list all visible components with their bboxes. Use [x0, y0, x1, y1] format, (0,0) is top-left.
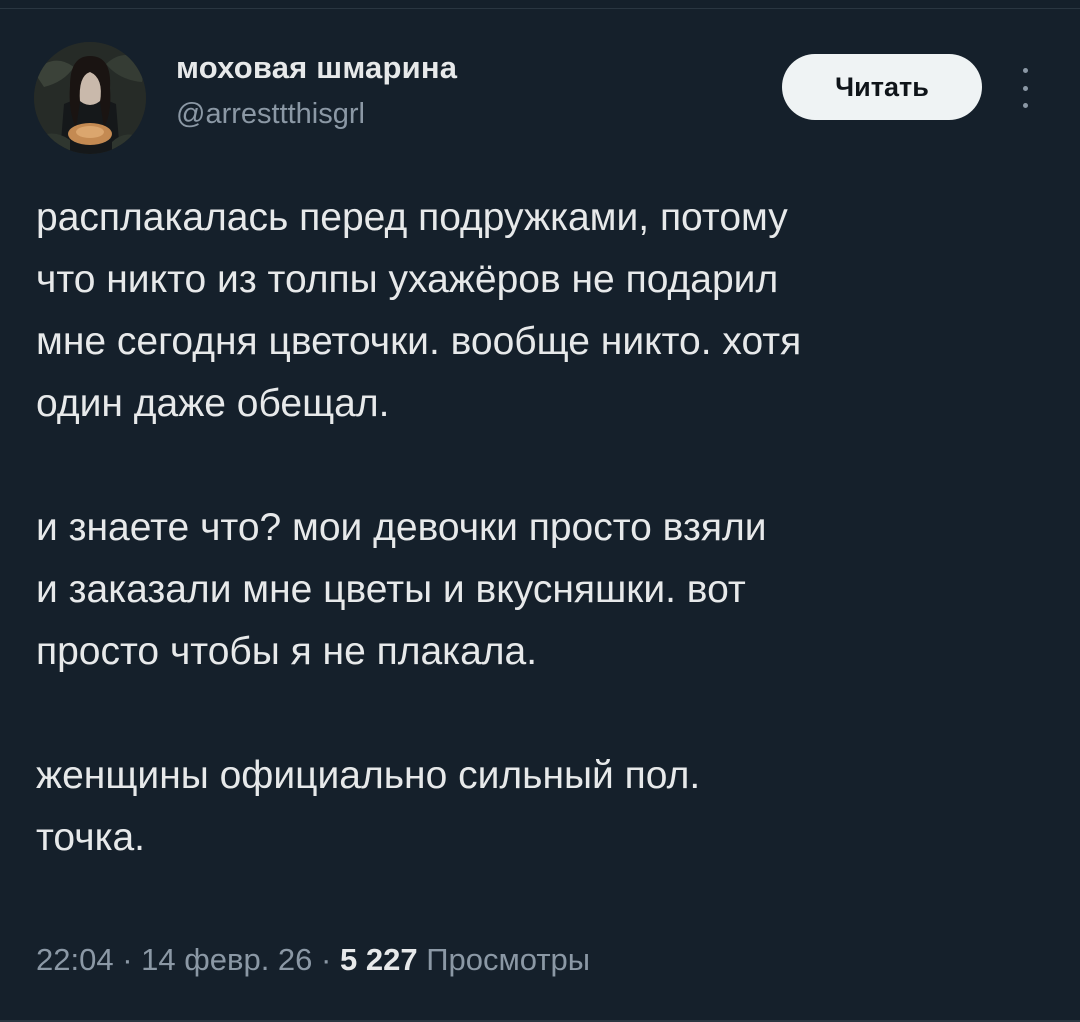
avatar[interactable]: [34, 42, 146, 154]
tweet-line: один даже обещал.: [36, 382, 390, 425]
tweet-line: мне сегодня цветочки. вообще никто. хотя: [36, 320, 802, 363]
tweet-line: и знаете что? мои девочки просто взяли: [36, 506, 767, 549]
tweet-line: женщины официально сильный пол.: [36, 754, 701, 797]
more-vertical-icon[interactable]: [1010, 68, 1040, 108]
follow-button[interactable]: Читать: [782, 54, 982, 120]
top-divider: [0, 8, 1080, 9]
separator-dot: ·: [122, 942, 133, 977]
separator-dot: ·: [321, 942, 332, 977]
tweet-line: точка.: [36, 816, 146, 859]
tweet-date[interactable]: 14 февр. 26: [141, 942, 312, 977]
tweet-line: расплакалась перед подружками, потому: [36, 196, 788, 239]
author-handle[interactable]: @arresttthisgrl: [176, 98, 365, 131]
more-dot: [1022, 85, 1028, 91]
views-count[interactable]: 5 227: [340, 942, 418, 977]
tweet-meta: 22:04 · 14 февр. 26 · 5 227 Просмотры: [36, 942, 590, 978]
tweet-text: расплакалась перед подружками, потому чт…: [36, 187, 1056, 869]
views-label[interactable]: Просмотры: [426, 942, 590, 977]
more-dot: [1022, 68, 1028, 73]
avatar-image: [34, 42, 146, 154]
tweet-line: и заказали мне цветы и вкусняшки. вот: [36, 568, 746, 611]
meta-separator: ·: [321, 942, 340, 977]
meta-separator: ·: [122, 942, 141, 977]
tweet-time[interactable]: 22:04: [36, 942, 114, 977]
more-dot: [1022, 103, 1028, 108]
tweet-line: что никто из толпы ухажёров не подарил: [36, 258, 779, 301]
author-display-name[interactable]: моховая шмарина: [176, 50, 457, 86]
tweet-line: просто чтобы я не плакала.: [36, 630, 538, 673]
